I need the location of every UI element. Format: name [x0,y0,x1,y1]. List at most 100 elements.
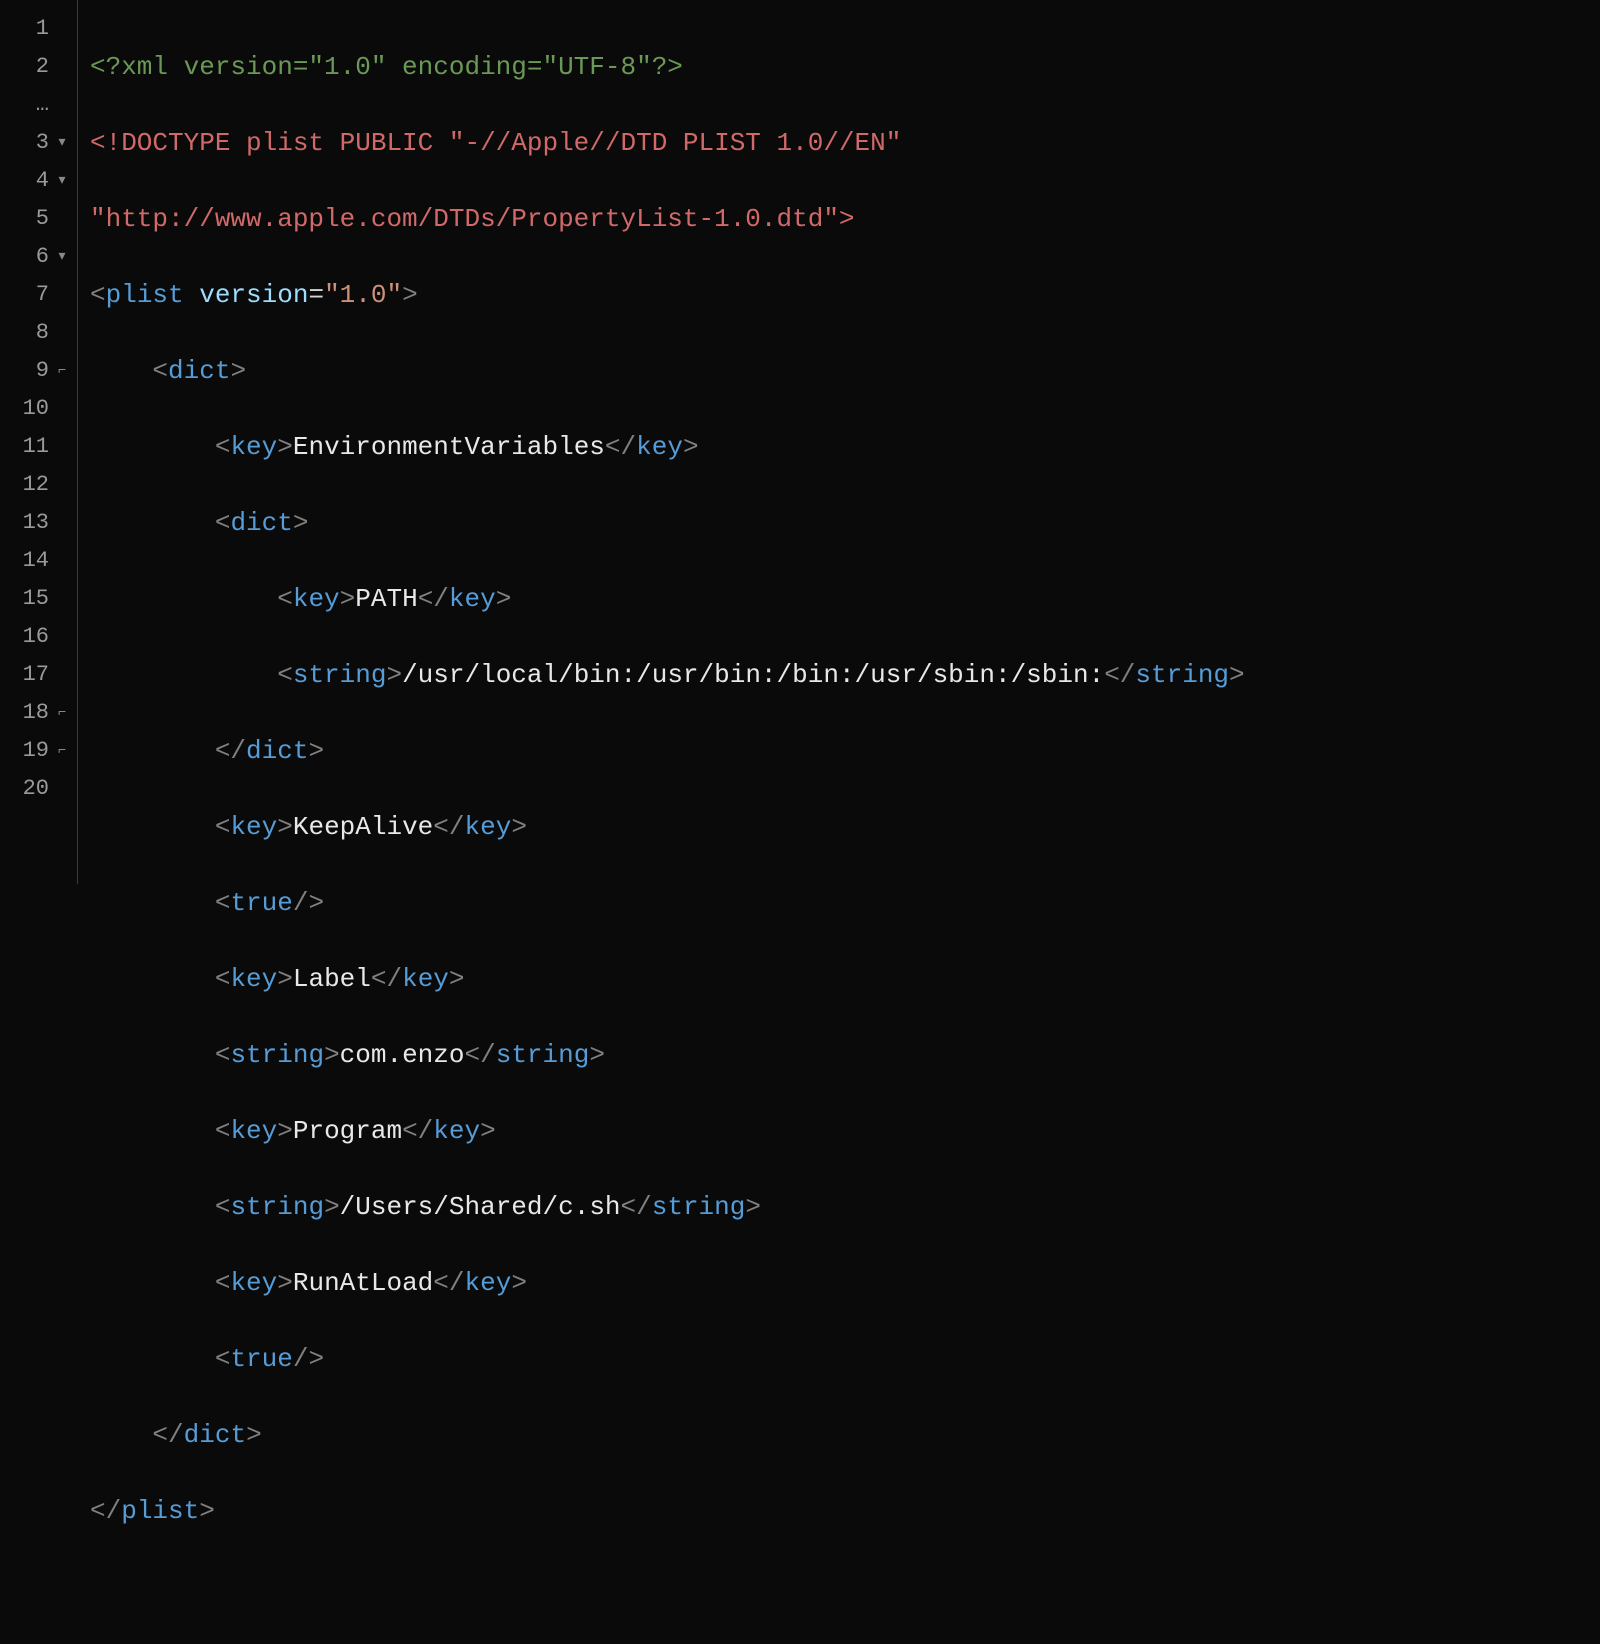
angle-bracket: < [215,888,231,918]
angle-bracket: /> [293,1344,324,1374]
gutter-row[interactable]: 16 [0,618,77,656]
gutter-row[interactable]: 12 [0,466,77,504]
code-line[interactable]: <key>Program</key> [90,1112,1245,1150]
angle-bracket: < [215,1040,231,1070]
gutter-row[interactable]: 13 [0,504,77,542]
tag-name: key [230,1268,277,1298]
text-content: PATH [355,584,417,614]
code-line[interactable]: "http://www.apple.com/DTDs/PropertyList-… [90,200,1245,238]
code-line[interactable]: </plist> [90,1492,1245,1530]
fold-icon[interactable]: ⌐ [53,352,71,390]
line-number: 2 [15,48,49,86]
gutter-row[interactable]: 7 [0,276,77,314]
gutter-row[interactable]: 9⌐ [0,352,77,390]
gutter-row[interactable]: 6▾ [0,238,77,276]
angle-bracket: > [277,964,293,994]
code-line[interactable]: </dict> [90,732,1245,770]
angle-bracket: > [277,432,293,462]
tag-name: key [449,584,496,614]
code-line[interactable]: <string>/Users/Shared/c.sh</string> [90,1188,1245,1226]
code-line[interactable]: <plist version="1.0"> [90,276,1245,314]
angle-bracket: < [215,1192,231,1222]
code-line[interactable]: <true/> [90,1340,1245,1378]
code-line[interactable]: <key>KeepAlive</key> [90,808,1245,846]
gutter-row[interactable]: 2 [0,48,77,86]
doctype: <!DOCTYPE plist PUBLIC "-//Apple//DTD PL… [90,128,901,158]
gutter-row[interactable]: 20 [0,770,77,808]
gutter-row[interactable]: 10 [0,390,77,428]
tag-name: dict [168,356,230,386]
gutter-row[interactable]: 3▾ [0,124,77,162]
gutter-row[interactable]: 14 [0,542,77,580]
gutter-row[interactable]: 11 [0,428,77,466]
angle-bracket: > [683,432,699,462]
code-line[interactable]: <key>EnvironmentVariables</key> [90,428,1245,466]
tag-name: string [1135,660,1229,690]
angle-bracket: > [340,584,356,614]
angle-bracket: </ [402,1116,433,1146]
angle-bracket: < [215,1268,231,1298]
code-line[interactable]: <!DOCTYPE plist PUBLIC "-//Apple//DTD PL… [90,124,1245,162]
code-line[interactable]: <true/> [90,884,1245,922]
gutter-row[interactable]: 17 [0,656,77,694]
code-line[interactable] [90,1568,1245,1606]
fold-icon[interactable]: ▾ [53,162,71,200]
fold-icon[interactable]: ⌐ [53,694,71,732]
angle-bracket: > [480,1116,496,1146]
tag-name: key [465,1268,512,1298]
angle-bracket: </ [418,584,449,614]
code-line[interactable]: </dict> [90,1416,1245,1454]
tag-name: dict [230,508,292,538]
angle-bracket: > [277,812,293,842]
tag-name: key [230,432,277,462]
gutter-row[interactable]: 19⌐ [0,732,77,770]
gutter-row[interactable]: 5 [0,200,77,238]
code-line[interactable]: <string>com.enzo</string> [90,1036,1245,1074]
code-line[interactable]: <string>/usr/local/bin:/usr/bin:/bin:/us… [90,656,1245,694]
tag-name: dict [184,1420,246,1450]
gutter-row[interactable]: 4▾ [0,162,77,200]
angle-bracket: > [199,1496,215,1526]
tag-name: key [293,584,340,614]
attr-name: version [199,280,308,310]
code-line[interactable]: <dict> [90,504,1245,542]
angle-bracket: </ [215,736,246,766]
code-editor[interactable]: <?xml version="1.0" encoding="UTF-8"?> <… [78,0,1257,884]
code-line[interactable]: <key>PATH</key> [90,580,1245,618]
tag-name: true [230,888,292,918]
code-line[interactable]: <key>RunAtLoad</key> [90,1264,1245,1302]
fold-icon[interactable]: ▾ [53,238,71,276]
doctype: "http://www.apple.com/DTDs/PropertyList-… [90,204,855,234]
angle-bracket: > [277,1268,293,1298]
angle-bracket: > [511,812,527,842]
fold-icon[interactable]: ▾ [53,124,71,162]
tag-name: string [496,1040,590,1070]
gutter-row[interactable]: … [0,86,77,124]
gutter-row[interactable]: 8 [0,314,77,352]
angle-bracket: </ [605,432,636,462]
angle-bracket: < [215,1344,231,1374]
tag-name: key [433,1116,480,1146]
angle-bracket: < [277,584,293,614]
fold-icon[interactable]: ⌐ [53,732,71,770]
angle-bracket: > [589,1040,605,1070]
gutter-row[interactable]: 1 [0,10,77,48]
line-number: 13 [15,504,49,542]
line-number: 17 [15,656,49,694]
angle-bracket: < [215,964,231,994]
code-line[interactable]: <key>Label</key> [90,960,1245,998]
line-number: 3 [15,124,49,162]
text-content: KeepAlive [293,812,433,842]
gutter-row[interactable]: 15 [0,580,77,618]
line-number: 10 [15,390,49,428]
code-line[interactable]: <?xml version="1.0" encoding="UTF-8"?> [90,48,1245,86]
line-number: 8 [15,314,49,352]
angle-bracket: </ [371,964,402,994]
gutter-row[interactable]: 18⌐ [0,694,77,732]
line-number: 15 [15,580,49,618]
angle-bracket: < [215,812,231,842]
code-line[interactable]: <dict> [90,352,1245,390]
line-number: 16 [15,618,49,656]
angle-bracket: > [324,1040,340,1070]
tag-name: string [293,660,387,690]
